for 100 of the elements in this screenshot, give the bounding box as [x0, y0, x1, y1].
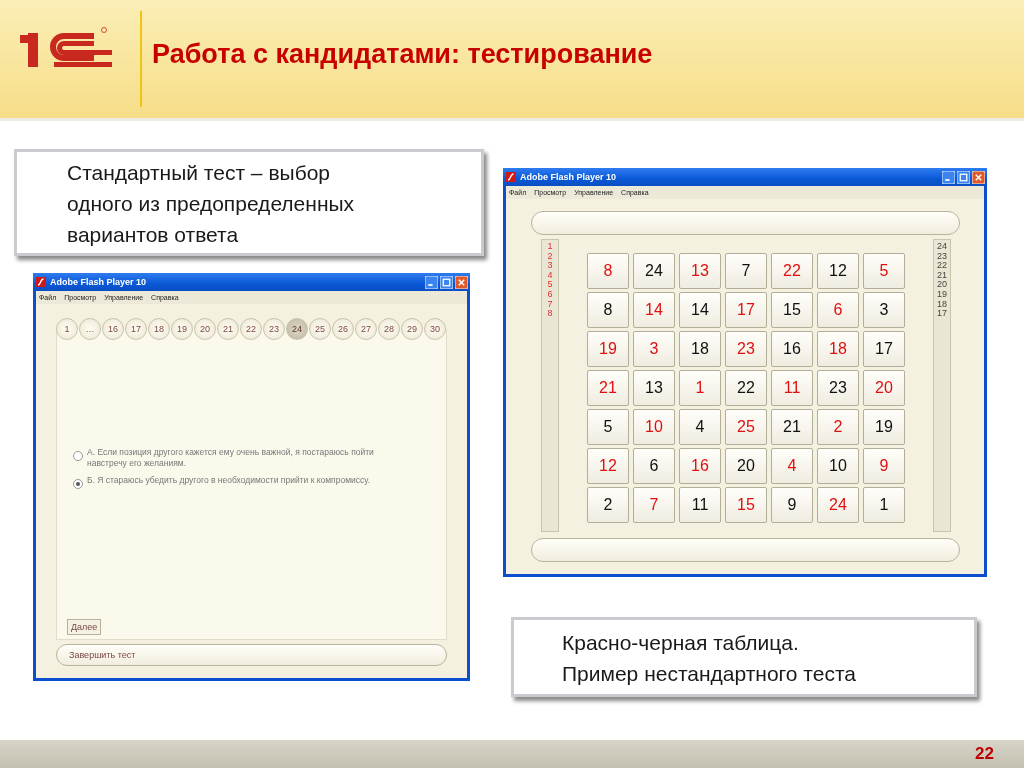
number-tile[interactable]: 7 — [725, 253, 767, 289]
list-number: 7 — [547, 299, 553, 310]
number-tile[interactable]: 22 — [725, 370, 767, 406]
page-tab[interactable]: 18 — [148, 318, 170, 340]
list-number: 18 — [937, 299, 947, 310]
number-tile[interactable]: 16 — [771, 331, 813, 367]
callout-text: Красно-черная таблица. Пример нестандартного теста — [511, 617, 977, 697]
page-tab[interactable]: 1 — [56, 318, 78, 340]
page-tab[interactable]: 16 — [102, 318, 124, 340]
number-tile[interactable]: 7 — [633, 487, 675, 523]
number-tile[interactable]: 15 — [771, 292, 813, 328]
list-number: 2 — [547, 251, 553, 262]
list-number: 4 — [547, 270, 553, 281]
number-tile[interactable]: 11 — [771, 370, 813, 406]
number-tile[interactable]: 5 — [587, 409, 629, 445]
number-tile[interactable]: 14 — [633, 292, 675, 328]
maximize-icon[interactable] — [957, 170, 970, 184]
radio-button[interactable] — [73, 479, 83, 489]
page-tab[interactable]: 26 — [332, 318, 354, 340]
list-number: 3 — [547, 261, 553, 271]
maximize-icon[interactable] — [440, 275, 453, 289]
next-button[interactable]: Далее — [67, 619, 102, 635]
radio-button[interactable] — [73, 451, 83, 461]
number-tile[interactable]: 23 — [817, 370, 859, 406]
list-number: 6 — [547, 289, 553, 300]
minimize-icon[interactable] — [942, 170, 955, 184]
number-tile[interactable]: 20 — [725, 448, 767, 484]
number-tile[interactable]: 16 — [679, 448, 721, 484]
list-number: 24 — [937, 242, 947, 252]
number-tile[interactable]: 21 — [771, 409, 813, 445]
number-tile[interactable]: 14 — [679, 292, 721, 328]
page-tab[interactable]: … — [79, 318, 101, 340]
list-number: 22 — [937, 261, 947, 271]
flash-icon — [36, 277, 46, 287]
number-tile[interactable]: 6 — [817, 292, 859, 328]
number-tile[interactable]: 21 — [587, 370, 629, 406]
option-text: А. Если позиция другого кажется ему очень важной, я постараюсь пойти навстречу его желаниям. — [87, 447, 374, 469]
number-tile[interactable]: 22 — [771, 253, 813, 289]
number-tile[interactable]: 19 — [863, 409, 905, 445]
number-tile[interactable]: 11 — [679, 487, 721, 523]
close-icon[interactable] — [972, 170, 985, 184]
list-number: 1 — [547, 242, 553, 252]
number-tile[interactable]: 1 — [679, 370, 721, 406]
number-tile[interactable]: 4 — [679, 409, 721, 445]
number-tile[interactable]: 6 — [633, 448, 675, 484]
number-tile[interactable]: 10 — [817, 448, 859, 484]
number-tile[interactable]: 15 — [725, 487, 767, 523]
page-tab[interactable]: 24 — [286, 318, 308, 340]
number-tile[interactable]: 13 — [633, 370, 675, 406]
number-tile[interactable]: 8 — [587, 253, 629, 289]
list-number: 21 — [937, 270, 947, 281]
number-tile[interactable]: 17 — [725, 292, 767, 328]
page-tab[interactable]: 29 — [401, 318, 423, 340]
list-number: 17 — [937, 309, 947, 319]
list-number: 8 — [547, 309, 553, 319]
number-tile[interactable]: 3 — [633, 331, 675, 367]
page-tab[interactable]: 30 — [424, 318, 446, 340]
number-tile[interactable]: 17 — [863, 331, 905, 367]
page-number: 22 — [975, 744, 994, 764]
list-number: 19 — [937, 289, 947, 300]
page-tab[interactable]: 21 — [217, 318, 239, 340]
number-tile[interactable]: 12 — [587, 448, 629, 484]
number-tile[interactable]: 18 — [817, 331, 859, 367]
number-tile[interactable]: 2 — [587, 487, 629, 523]
page-tab[interactable]: 20 — [194, 318, 216, 340]
list-number: 5 — [547, 280, 553, 290]
page-tab[interactable]: 25 — [309, 318, 331, 340]
number-tile[interactable]: 18 — [679, 331, 721, 367]
page-tab[interactable]: 27 — [355, 318, 377, 340]
window-title: Adobe Flash Player 10 — [50, 277, 147, 287]
number-tile[interactable]: 20 — [863, 370, 905, 406]
page-tab[interactable]: 17 — [125, 318, 147, 340]
page-tab[interactable]: 19 — [171, 318, 193, 340]
slide-title: Работа с кандидатами: тестирование — [152, 38, 653, 70]
number-tile[interactable]: 5 — [863, 253, 905, 289]
option-text: Б. Я стараюсь убедить другого в необходимости прийти к компромиссу. — [87, 475, 371, 486]
number-tile[interactable]: 9 — [863, 448, 905, 484]
number-tile[interactable]: 4 — [771, 448, 813, 484]
number-tile[interactable]: 25 — [725, 409, 767, 445]
number-tile[interactable]: 2 — [817, 409, 859, 445]
number-tile[interactable]: 23 — [725, 331, 767, 367]
page-tab[interactable]: 22 — [240, 318, 262, 340]
number-tile[interactable]: 24 — [633, 253, 675, 289]
minimize-icon[interactable] — [425, 275, 438, 289]
number-tile[interactable]: 8 — [587, 292, 629, 328]
list-number: 23 — [937, 251, 947, 262]
page-tab[interactable]: 23 — [263, 318, 285, 340]
finish-button[interactable]: Завершить тест — [56, 644, 447, 666]
number-tile[interactable]: 9 — [771, 487, 813, 523]
window-title: Adobe Flash Player 10 — [520, 172, 617, 182]
number-tile[interactable]: 13 — [679, 253, 721, 289]
number-tile[interactable]: 12 — [817, 253, 859, 289]
number-tile[interactable]: 3 — [863, 292, 905, 328]
page-tab[interactable]: 28 — [378, 318, 400, 340]
number-tile[interactable]: 24 — [817, 487, 859, 523]
close-icon[interactable] — [455, 275, 468, 289]
number-tile[interactable]: 10 — [633, 409, 675, 445]
callout-text: Стандартный тест – выбор одного из предопределенных вариантов ответа — [14, 149, 484, 256]
number-tile[interactable]: 1 — [863, 487, 905, 523]
number-tile[interactable]: 19 — [587, 331, 629, 367]
